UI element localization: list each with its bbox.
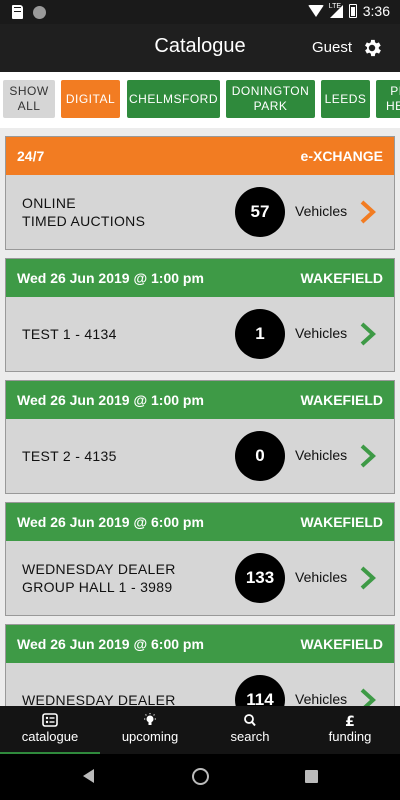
vehicles-label: Vehicles <box>295 447 348 463</box>
nav-label: search <box>230 729 270 744</box>
chevron-right-icon[interactable] <box>358 443 378 469</box>
catalogue-icon <box>42 713 58 727</box>
sale-body[interactable]: TEST 1 - 4134 1 Vehicles <box>6 297 394 371</box>
sale-name: TEST 1 - 4134 <box>22 326 117 342</box>
sale-location: WAKEFIELD <box>300 514 383 530</box>
sale-date: Wed 26 Jun 2019 @ 6:00 pm <box>17 514 204 530</box>
sale-location: WAKEFIELD <box>300 270 383 286</box>
sale-card[interactable]: Wed 26 Jun 2019 @ 1:00 pm WAKEFIELD TEST… <box>5 258 395 372</box>
filter-partial[interactable]: PR HEA <box>376 80 400 118</box>
search-icon <box>244 714 256 727</box>
sale-body[interactable]: TEST 2 - 4135 0 Vehicles <box>6 419 394 493</box>
filter-show-all[interactable]: SHOW ALL <box>3 80 55 118</box>
sale-card[interactable]: Wed 26 Jun 2019 @ 6:00 pm WAKEFIELD WEDN… <box>5 624 395 706</box>
svg-text:£: £ <box>345 714 355 727</box>
nav-label: catalogue <box>21 729 79 744</box>
sale-card[interactable]: Wed 26 Jun 2019 @ 1:00 pm WAKEFIELD TEST… <box>5 380 395 494</box>
filter-leeds[interactable]: LEEDS <box>321 80 370 118</box>
sale-body[interactable]: WEDNESDAY DEALER 114 Vehicles <box>6 663 394 706</box>
vehicles-label: Vehicles <box>295 691 348 706</box>
notification-icons <box>12 5 46 19</box>
sync-icon <box>33 5 46 19</box>
location-filter-bar[interactable]: SHOW ALL DIGITAL CHELMSFORD DONINGTON PA… <box>0 72 400 128</box>
signal-icon: LTE <box>328 2 343 18</box>
sale-name: ONLINE TIMED AUCTIONS <box>22 195 146 229</box>
sale-location: WAKEFIELD <box>300 392 383 408</box>
filter-chelmsford[interactable]: CHELMSFORD <box>127 80 220 118</box>
lightbulb-icon <box>144 713 156 725</box>
sale-date: Wed 26 Jun 2019 @ 6:00 pm <box>17 636 204 652</box>
user-name[interactable]: Guest <box>312 39 352 56</box>
sale-header: Wed 26 Jun 2019 @ 1:00 pm WAKEFIELD <box>6 259 394 297</box>
sale-body[interactable]: WEDNESDAY DEALER GROUP HALL 1 - 3989 133… <box>6 541 394 615</box>
home-icon[interactable] <box>192 768 209 785</box>
vehicle-count-badge: 0 <box>235 431 285 481</box>
sale-name: TEST 2 - 4135 <box>22 448 117 464</box>
vehicle-count-badge: 57 <box>235 187 285 237</box>
sale-location: e-XCHANGE <box>300 148 383 164</box>
sale-card[interactable]: 24/7 e-XCHANGE ONLINE TIMED AUCTIONS 57 … <box>5 136 395 250</box>
app-bar: Catalogue Guest <box>0 24 400 72</box>
sale-date: Wed 26 Jun 2019 @ 1:00 pm <box>17 270 204 286</box>
status-bar: LTE 3:36 <box>0 0 400 24</box>
nav-label: upcoming <box>121 729 179 744</box>
vehicles-label: Vehicles <box>295 325 348 341</box>
battery-icon <box>348 4 357 18</box>
sale-date: Wed 26 Jun 2019 @ 1:00 pm <box>17 392 204 408</box>
sale-card[interactable]: Wed 26 Jun 2019 @ 6:00 pm WAKEFIELD WEDN… <box>5 502 395 616</box>
clock: 3:36 <box>362 3 390 19</box>
gear-icon[interactable] <box>361 37 383 59</box>
chevron-right-icon[interactable] <box>358 565 378 591</box>
sale-header: Wed 26 Jun 2019 @ 1:00 pm WAKEFIELD <box>6 381 394 419</box>
nav-label: funding <box>328 729 372 744</box>
filter-donington-park[interactable]: DONINGTON PARK <box>226 80 315 118</box>
sale-name: WEDNESDAY DEALER <box>22 692 176 706</box>
chevron-right-icon[interactable] <box>358 199 378 225</box>
nav-upcoming[interactable]: upcoming <box>100 706 200 754</box>
chevron-right-icon[interactable] <box>358 687 378 706</box>
pound-icon: £ <box>345 714 355 727</box>
sale-body[interactable]: ONLINE TIMED AUCTIONS 57 Vehicles <box>6 175 394 249</box>
system-icons: LTE 3:36 <box>307 2 390 19</box>
nav-funding[interactable]: £ funding <box>300 706 400 754</box>
sale-date: 24/7 <box>17 148 45 164</box>
sale-header: 24/7 e-XCHANGE <box>6 137 394 175</box>
vehicle-count-badge: 133 <box>235 553 285 603</box>
network-type: LTE <box>328 2 342 10</box>
sd-card-icon <box>12 5 23 19</box>
vehicle-count-badge: 1 <box>235 309 285 359</box>
sale-location: WAKEFIELD <box>300 636 383 652</box>
sale-name: WEDNESDAY DEALER GROUP HALL 1 - 3989 <box>22 561 176 595</box>
bottom-nav: catalogue upcoming search £ funding <box>0 706 400 754</box>
sale-header: Wed 26 Jun 2019 @ 6:00 pm WAKEFIELD <box>6 625 394 663</box>
chevron-right-icon[interactable] <box>358 321 378 347</box>
sale-list[interactable]: 24/7 e-XCHANGE ONLINE TIMED AUCTIONS 57 … <box>0 128 400 706</box>
vehicles-label: Vehicles <box>295 569 348 585</box>
recent-apps-icon[interactable] <box>305 770 318 783</box>
vehicle-count-badge: 114 <box>235 675 285 706</box>
filter-digital[interactable]: DIGITAL <box>61 80 120 118</box>
back-icon[interactable] <box>83 769 94 783</box>
sale-header: Wed 26 Jun 2019 @ 6:00 pm WAKEFIELD <box>6 503 394 541</box>
wifi-icon <box>307 5 324 17</box>
nav-catalogue[interactable]: catalogue <box>0 706 100 754</box>
vehicles-label: Vehicles <box>295 203 348 219</box>
nav-search[interactable]: search <box>200 706 300 754</box>
system-nav-bar <box>0 754 400 800</box>
